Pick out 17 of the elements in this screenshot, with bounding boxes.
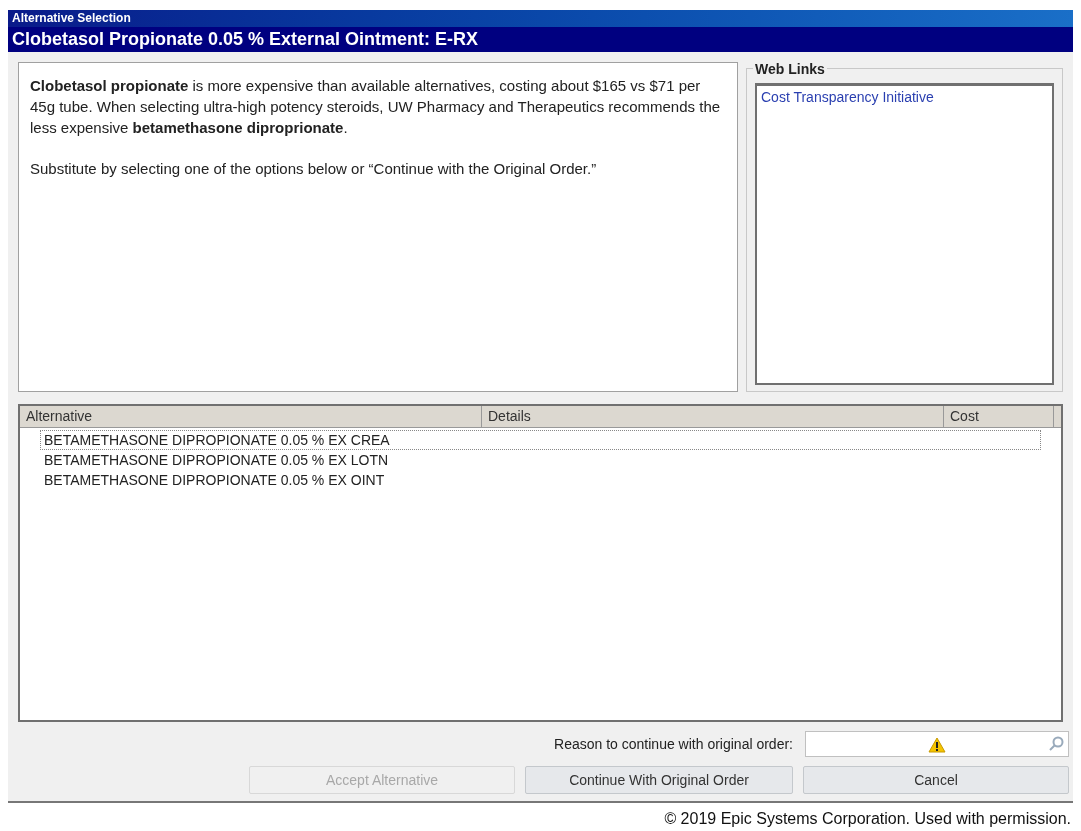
dialog-button[interactable]: Cancel (803, 766, 1069, 794)
reason-label: Reason to continue with original order: (554, 734, 793, 754)
message-paragraph: Clobetasol propionate is more expensive than available alternatives, costing about $165 vs $71 per 45g tube. When selecting ultra-high potency steroids, UW Pharmacy and Therapeutics recommends the less expensive betamethasone diproprionate. (30, 76, 722, 138)
search-icon[interactable] (1048, 736, 1064, 752)
copyright-note: © 2019 Epic Systems Corporation. Used with permission. (664, 809, 1071, 829)
column-header[interactable]: Details (482, 406, 944, 427)
dialog-button[interactable]: Continue With Original Order (525, 766, 793, 794)
window-title: Alternative Selection (8, 10, 1073, 27)
web-link[interactable]: Cost Transparency Initiative (761, 87, 934, 108)
reason-field[interactable] (805, 731, 1069, 757)
message-paragraph: Substitute by selecting one of the options below or “Continue with the Original Order.” (30, 159, 598, 179)
alternative-row[interactable]: BETAMETHASONE DIPROPIONATE 0.05 % EX LOTN (40, 450, 1041, 470)
column-header[interactable]: Cost (944, 406, 1054, 427)
alternative-row[interactable]: BETAMETHASONE DIPROPIONATE 0.05 % EX CREA (40, 430, 1041, 450)
column-header[interactable]: Alternative (20, 406, 482, 427)
alternative-row[interactable]: BETAMETHASONE DIPROPIONATE 0.05 % EX OINT (40, 470, 1041, 490)
order-heading: Clobetasol Propionate 0.05 % External Ointment: E-RX (8, 27, 1073, 52)
